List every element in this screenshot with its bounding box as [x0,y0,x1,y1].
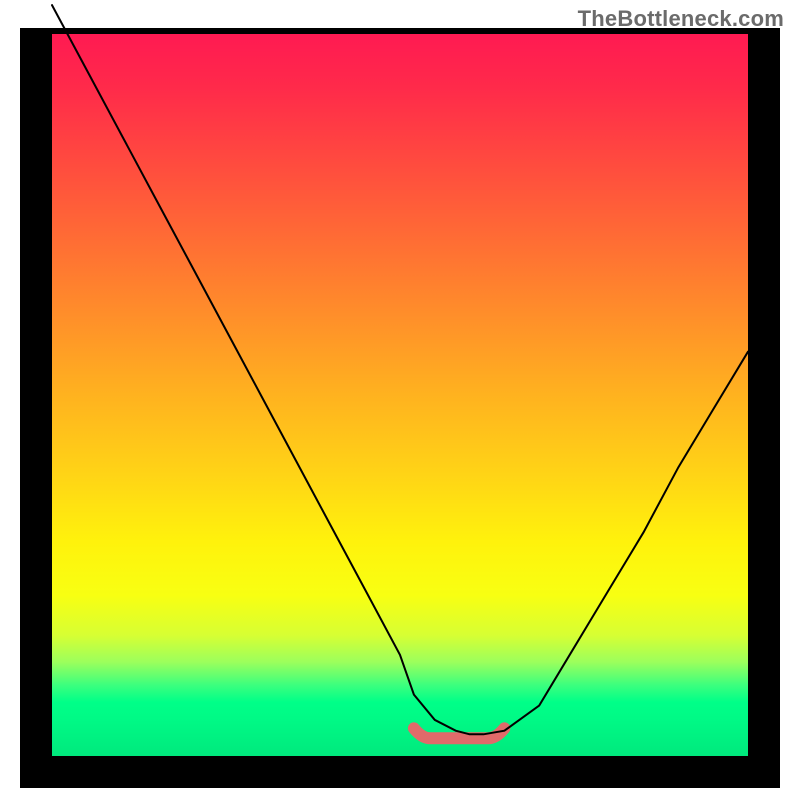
main-line-series [52,5,748,734]
plot-area [52,34,748,756]
chart-svg [52,34,748,756]
watermark-text: TheBottleneck.com [578,6,784,32]
chart-frame [20,28,780,788]
